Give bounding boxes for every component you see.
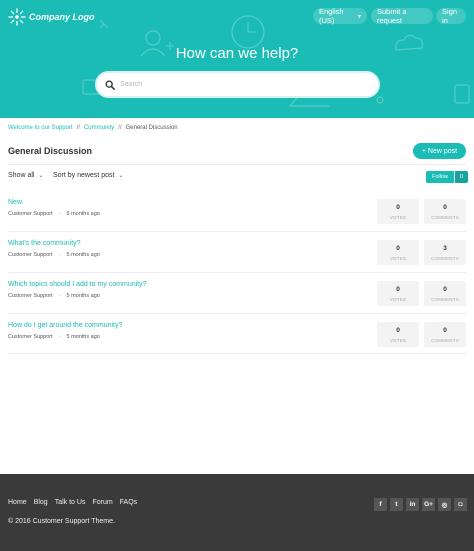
votes-count: 0 VOTES xyxy=(377,199,419,224)
post-author: Customer Support xyxy=(8,334,53,340)
votes-count: 0 VOTES xyxy=(377,281,419,306)
language-selector[interactable]: English (US) ▾ xyxy=(313,7,367,25)
meta-separator: - xyxy=(58,252,61,258)
divider xyxy=(8,164,466,165)
search-icon xyxy=(105,80,115,90)
footer-link-talk-to-us[interactable]: Talk to Us xyxy=(55,499,86,506)
follow-count: 0 xyxy=(453,171,468,183)
follow-button[interactable]: Follow 0 xyxy=(426,171,468,183)
comments-label: COMMENTS xyxy=(431,255,459,261)
sort-label: Sort by newest post xyxy=(53,172,115,179)
breadcrumb-separator: // xyxy=(76,125,80,131)
votes-number: 0 xyxy=(396,203,400,211)
logo-text: Company Logo xyxy=(29,12,95,22)
post-author: Customer Support xyxy=(8,211,53,217)
hero-banner: Company Logo English (US) ▾ Submit a req… xyxy=(0,0,474,118)
instagram-icon[interactable]: ◘ xyxy=(454,498,467,511)
copyright-text: © 2016 Customer Support Theme. xyxy=(8,518,115,525)
breadcrumb-separator: // xyxy=(118,125,122,131)
twitter-icon[interactable]: t xyxy=(390,498,403,511)
chevron-down-icon: ⌄ xyxy=(118,173,124,179)
comments-label: COMMENTS xyxy=(431,214,459,220)
breadcrumb-current: General Discussion xyxy=(125,125,178,131)
show-filter-dropdown[interactable]: Show all ⌄ xyxy=(8,172,44,179)
footer-link-faqs[interactable]: FAQs xyxy=(120,499,138,506)
breadcrumb-home-link[interactable]: Welcome to our Support xyxy=(8,125,73,131)
votes-label: VOTES xyxy=(389,337,407,343)
breadcrumb-community-link[interactable]: Community xyxy=(84,125,114,131)
meta-separator: - xyxy=(58,211,61,217)
comments-count: 0 COMMENTS xyxy=(424,199,466,224)
comments-count: 0 COMMENTS xyxy=(424,281,466,306)
breadcrumb: Welcome to our Support // Community // G… xyxy=(8,125,178,131)
sort-dropdown[interactable]: Sort by newest post ⌄ xyxy=(53,172,124,179)
facebook-icon[interactable]: f xyxy=(374,498,387,511)
google-plus-icon[interactable]: G+ xyxy=(422,498,435,511)
comments-label: COMMENTS xyxy=(431,337,459,343)
comments-number: 0 xyxy=(443,203,447,211)
votes-count: 0 VOTES xyxy=(377,322,419,347)
page-title: General Discussion xyxy=(8,146,93,156)
footer-nav: Home Blog Talk to Us Forum FAQs xyxy=(8,499,144,506)
search-input[interactable] xyxy=(120,81,360,88)
votes-label: VOTES xyxy=(389,214,407,220)
comments-number: 0 xyxy=(443,326,447,334)
post-title-link[interactable]: New xyxy=(8,199,22,206)
divider xyxy=(8,231,466,232)
follow-label: Follow xyxy=(426,171,454,183)
meta-separator: - xyxy=(58,293,61,299)
post-time: 5 months ago xyxy=(66,334,100,340)
post-meta: Customer Support - 5 months ago xyxy=(8,293,100,299)
votes-number: 0 xyxy=(396,326,400,334)
post-meta: Customer Support - 5 months ago xyxy=(8,252,100,258)
chevron-down-icon: ⌄ xyxy=(38,173,44,179)
post-title-link[interactable]: Which topics should I add to my communit… xyxy=(8,281,147,288)
post-author: Customer Support xyxy=(8,293,53,299)
footer-link-blog[interactable]: Blog xyxy=(34,499,48,506)
post-title-link[interactable]: How do I get around the community? xyxy=(8,322,122,329)
footer-link-home[interactable]: Home xyxy=(8,499,27,506)
submit-request-button[interactable]: Submit a request xyxy=(371,7,433,25)
comments-number: 0 xyxy=(443,285,447,293)
new-post-button[interactable]: + New post xyxy=(413,143,466,159)
language-label: English (US) xyxy=(319,7,344,25)
votes-label: VOTES xyxy=(389,255,407,261)
divider xyxy=(8,313,466,314)
social-links: f t in G+ ◎ ◘ xyxy=(374,498,470,511)
votes-number: 0 xyxy=(396,244,400,252)
post-meta: Customer Support - 5 months ago xyxy=(8,334,100,340)
divider xyxy=(8,353,466,354)
votes-label: VOTES xyxy=(389,296,407,302)
post-meta: Customer Support - 5 months ago xyxy=(8,211,100,217)
votes-number: 0 xyxy=(396,285,400,293)
comments-count: 3 COMMENTS xyxy=(424,240,466,265)
divider xyxy=(8,272,466,273)
post-time: 5 months ago xyxy=(66,211,100,217)
show-filter-label: Show all xyxy=(8,172,35,179)
votes-count: 0 VOTES xyxy=(377,240,419,265)
post-author: Customer Support xyxy=(8,252,53,258)
comments-number: 3 xyxy=(443,244,447,252)
hero-title: How can we help? xyxy=(175,45,299,62)
sign-in-button[interactable]: Sign in xyxy=(436,7,466,25)
linkedin-icon[interactable]: in xyxy=(406,498,419,511)
footer-link-forum[interactable]: Forum xyxy=(92,499,112,506)
post-title-link[interactable]: What's the community? xyxy=(8,240,81,247)
comments-count: 0 COMMENTS xyxy=(424,322,466,347)
github-icon[interactable]: ◎ xyxy=(438,498,451,511)
meta-separator: - xyxy=(58,334,61,340)
company-logo[interactable]: Company Logo xyxy=(8,8,95,26)
post-time: 5 months ago xyxy=(66,252,100,258)
comments-label: COMMENTS xyxy=(431,296,459,302)
chevron-down-icon: ▾ xyxy=(357,13,361,20)
post-time: 5 months ago xyxy=(66,293,100,299)
footer: Home Blog Talk to Us Forum FAQs © 2016 C… xyxy=(0,474,474,551)
search-bar[interactable] xyxy=(95,71,380,98)
logo-sunburst-icon xyxy=(8,8,26,26)
